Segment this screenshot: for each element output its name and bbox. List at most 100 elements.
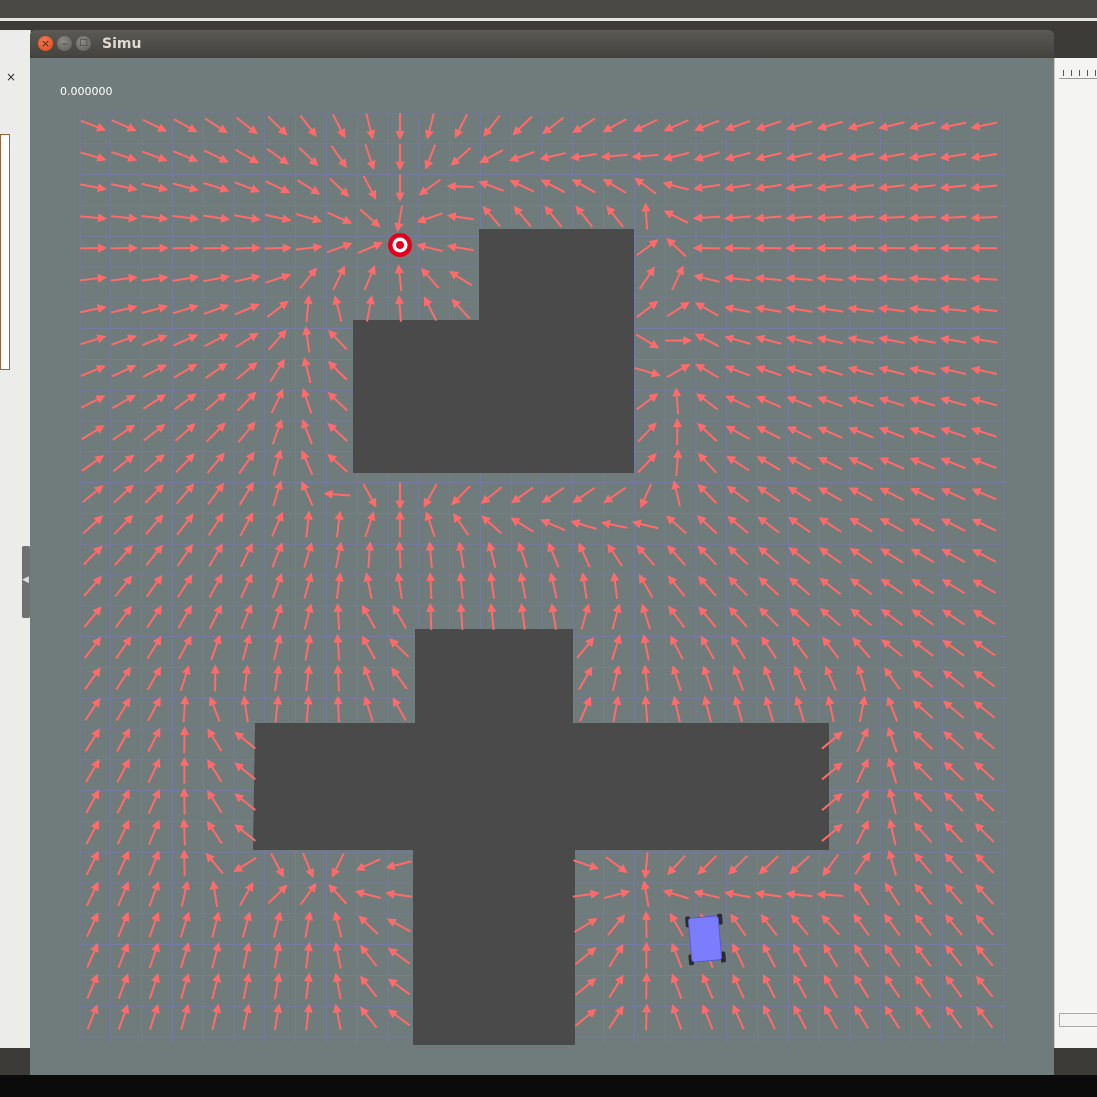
- field-arrow: [179, 756, 189, 784]
- field-arrow: [662, 151, 690, 162]
- field-arrow: [85, 820, 99, 845]
- field-arrow: [640, 880, 650, 907]
- field-arrow: [757, 516, 780, 534]
- field-arrow: [571, 179, 596, 194]
- field-arrow: [236, 361, 258, 380]
- field-arrow: [878, 152, 905, 162]
- field-arrow: [880, 548, 904, 564]
- field-arrow: [785, 334, 813, 345]
- field-arrow: [879, 517, 904, 533]
- field-arrow: [332, 1003, 342, 1031]
- field-arrow: [877, 243, 905, 253]
- field-arrow: [823, 974, 839, 999]
- field-arrow: [794, 695, 805, 722]
- field-arrow: [205, 852, 224, 875]
- maximize-icon[interactable]: □: [76, 36, 91, 51]
- field-arrow: [273, 1003, 283, 1031]
- field-arrow: [970, 365, 998, 375]
- field-arrow: [694, 119, 720, 132]
- minimize-icon[interactable]: –: [57, 36, 72, 51]
- field-arrow: [179, 787, 189, 815]
- field-arrow: [147, 758, 161, 784]
- field-arrow: [668, 605, 686, 629]
- field-arrow: [884, 667, 901, 690]
- field-arrow: [693, 151, 720, 162]
- titlebar[interactable]: × – □ Simu: [30, 30, 1054, 58]
- field-arrow: [479, 149, 504, 164]
- close-icon[interactable]: ×: [38, 36, 53, 51]
- field-arrow: [786, 395, 812, 408]
- field-arrow: [359, 208, 381, 228]
- field-arrow: [671, 665, 682, 692]
- field-arrow: [333, 602, 343, 630]
- simulation-canvas[interactable]: 0.000000: [30, 58, 1054, 1075]
- field-arrow: [303, 541, 314, 568]
- field-arrow: [911, 609, 934, 626]
- field-arrow: [142, 118, 168, 132]
- field-arrow: [816, 243, 844, 253]
- field-arrow: [146, 605, 162, 629]
- field-arrow: [234, 762, 256, 781]
- field-arrow: [912, 700, 934, 719]
- field-arrow: [478, 180, 505, 192]
- field-arrow: [975, 914, 994, 936]
- field-arrow: [239, 542, 253, 568]
- field-arrow: [424, 113, 435, 140]
- field-arrow: [942, 639, 965, 657]
- field-arrow: [180, 695, 190, 723]
- field-arrow: [361, 604, 376, 629]
- close-icon[interactable]: ×: [6, 70, 16, 84]
- field-arrow: [758, 546, 780, 565]
- field-arrow: [570, 519, 597, 530]
- field-arrow: [112, 424, 136, 441]
- field-arrow: [816, 304, 844, 314]
- field-arrow: [793, 974, 807, 999]
- field-arrow: [636, 300, 659, 318]
- field-arrow: [575, 205, 594, 228]
- field-arrow: [180, 1003, 191, 1031]
- field-arrow: [111, 151, 138, 162]
- field-arrow: [944, 883, 963, 905]
- field-arrow: [480, 486, 503, 504]
- field-arrow: [641, 941, 651, 969]
- field-arrow: [83, 636, 102, 659]
- field-arrow: [607, 543, 624, 567]
- field-arrow: [758, 576, 780, 596]
- field-arrow: [359, 1006, 378, 1029]
- field-arrow: [849, 547, 873, 564]
- field-arrow: [111, 394, 136, 409]
- field-arrow: [788, 516, 811, 534]
- field-arrow: [850, 608, 872, 627]
- field-arrow: [884, 882, 901, 906]
- field-arrow: [732, 943, 745, 968]
- field-arrow: [756, 456, 781, 471]
- field-arrow: [141, 273, 169, 283]
- field-arrow: [395, 143, 405, 171]
- field-arrow: [757, 486, 781, 503]
- field-arrow: [641, 910, 651, 938]
- field-arrow: [333, 633, 343, 661]
- field-arrow: [363, 695, 374, 722]
- field-arrow: [697, 575, 717, 597]
- field-arrow: [326, 241, 353, 254]
- field-arrow: [364, 511, 376, 538]
- field-arrow: [693, 273, 720, 283]
- field-arrow: [517, 541, 528, 568]
- field-arrow: [974, 792, 995, 812]
- field-arrow: [365, 113, 376, 140]
- field-arrow: [111, 364, 137, 378]
- field-arrow: [816, 213, 844, 223]
- field-arrow: [973, 731, 996, 750]
- field-arrow: [387, 947, 411, 965]
- field-arrow: [209, 880, 219, 908]
- field-arrow: [793, 1004, 807, 1030]
- field-arrow: [394, 572, 404, 600]
- background-window-left: × ◀: [0, 30, 31, 1048]
- field-arrow: [879, 487, 904, 501]
- field-arrow: [728, 576, 748, 597]
- field-arrow: [822, 636, 840, 659]
- field-arrow: [332, 911, 343, 938]
- target-icon-center: [396, 241, 404, 249]
- field-arrow: [111, 119, 137, 132]
- field-arrow: [177, 604, 192, 629]
